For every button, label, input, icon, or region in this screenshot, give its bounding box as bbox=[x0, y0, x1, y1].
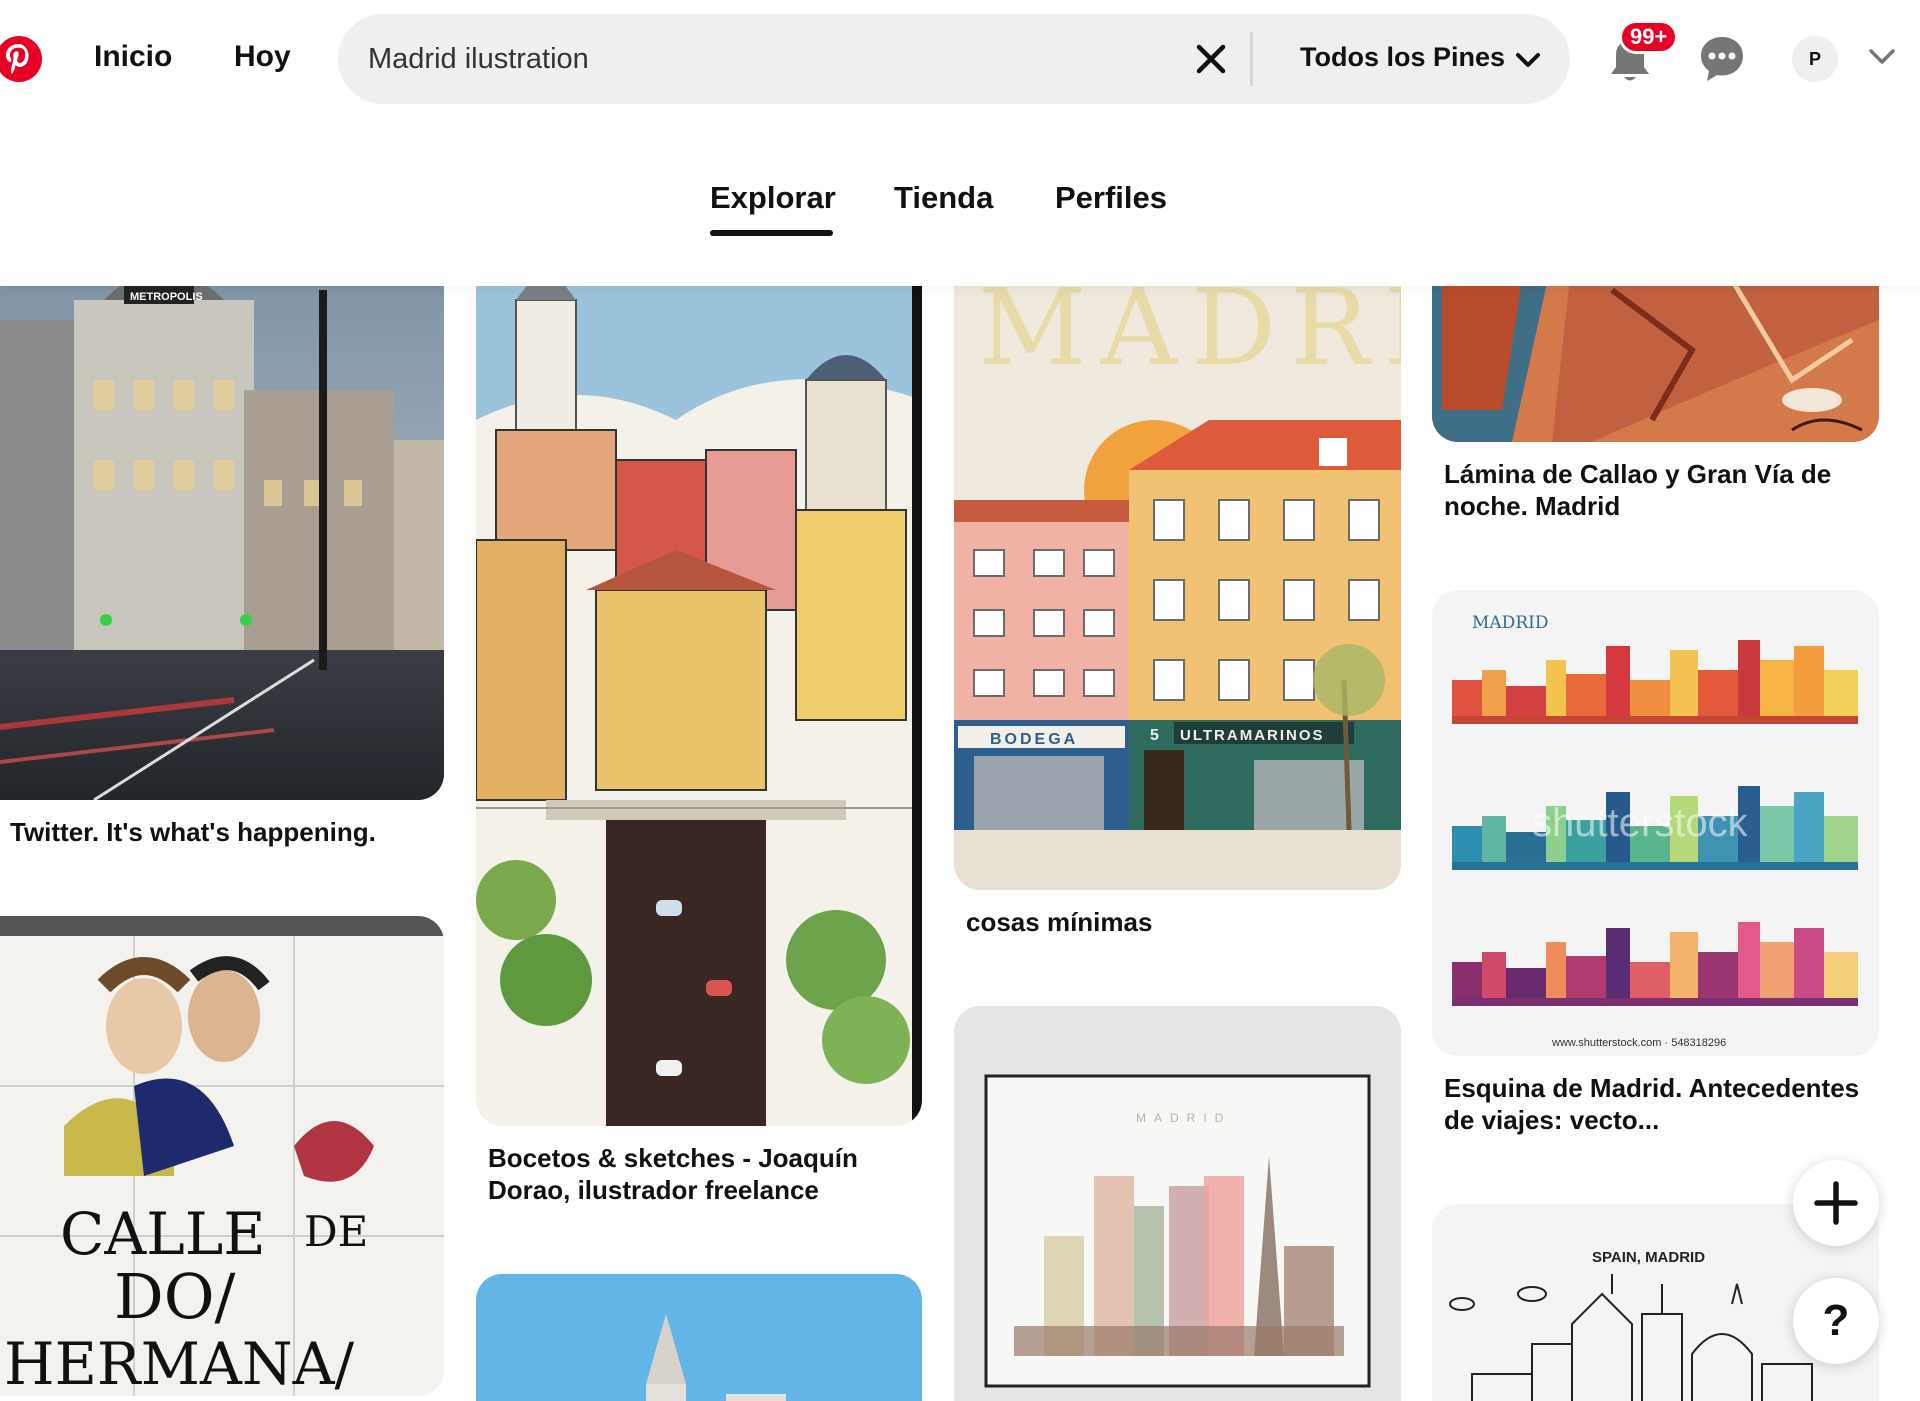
pin-image-gran-via[interactable] bbox=[1432, 260, 1879, 442]
search-bar: Todos los Pines bbox=[338, 14, 1570, 104]
pin-image-watercolor-sketch[interactable] bbox=[476, 260, 922, 1126]
sign-text-hermanas: HERMANA/ bbox=[4, 1330, 354, 1396]
search-tabs: Explorar Tienda Perfiles bbox=[0, 118, 1920, 286]
top-header: Inicio Hoy Todos los Pines 99+ P bbox=[0, 0, 1920, 118]
tab-shop[interactable]: Tienda bbox=[894, 180, 993, 216]
active-tab-indicator bbox=[710, 230, 833, 236]
pin-image-metropolis[interactable]: METROPOLIS bbox=[0, 260, 444, 800]
pin-title[interactable]: Lámina de Callao y Gran Vía de noche. Ma… bbox=[1444, 458, 1864, 522]
nav-home[interactable]: Inicio bbox=[94, 40, 172, 74]
plus-icon bbox=[1814, 1181, 1858, 1225]
skyline-footer: www.shutterstock.com · 548318296 bbox=[1551, 1037, 1726, 1049]
sign-text-de: DE bbox=[304, 1207, 368, 1256]
poster-shop-ultramarinos: ULTRAMARINOS bbox=[1180, 727, 1325, 744]
line-art-heading: SPAIN, MADRID bbox=[1592, 1249, 1705, 1266]
nav-today[interactable]: Hoy bbox=[234, 40, 291, 74]
tab-profiles[interactable]: Perfiles bbox=[1055, 180, 1167, 216]
tab-explore[interactable]: Explorar bbox=[710, 180, 836, 216]
print-heading: MADRID bbox=[1136, 1111, 1231, 1125]
pinterest-logo-icon[interactable] bbox=[0, 36, 42, 82]
pin-title[interactable]: Twitter. It's what's happening. bbox=[10, 816, 440, 848]
create-pin-button[interactable] bbox=[1793, 1160, 1879, 1246]
help-button[interactable]: ? bbox=[1793, 1278, 1879, 1364]
account-options-chevron-icon[interactable] bbox=[1868, 46, 1896, 66]
search-scope-dropdown[interactable]: Todos los Pines bbox=[1300, 42, 1505, 73]
chevron-down-icon[interactable] bbox=[1515, 50, 1541, 70]
pin-image-madrid-cathedral[interactable] bbox=[476, 1274, 922, 1401]
notifications-badge: 99+ bbox=[1619, 20, 1679, 54]
skyline-heading: MADRID bbox=[1472, 613, 1548, 633]
pin-title[interactable]: cosas mínimas bbox=[966, 906, 1386, 938]
search-divider bbox=[1250, 32, 1253, 86]
skyline-watermark: shutterstock bbox=[1532, 801, 1749, 845]
pin-image-calle-dos-hermanas[interactable]: CALLE DE DO/ HERMANA/ bbox=[0, 916, 444, 1396]
pin-title[interactable]: Esquina de Madrid. Antecedentes de viaje… bbox=[1444, 1072, 1864, 1136]
avatar[interactable]: P bbox=[1792, 36, 1838, 82]
metropolis-sign: METROPOLIS bbox=[130, 291, 203, 303]
pin-image-colorful-skylines[interactable]: MADRID shutterstock www.shutterstock.com… bbox=[1432, 590, 1879, 1056]
poster-shop-bodega: BODEGA bbox=[990, 731, 1078, 748]
search-input[interactable] bbox=[368, 36, 1188, 82]
pin-title[interactable]: Bocetos & sketches - Joaquín Dorao, ilus… bbox=[488, 1142, 908, 1206]
messages-icon[interactable] bbox=[1698, 34, 1746, 84]
clear-search-icon[interactable] bbox=[1190, 38, 1232, 80]
poster-shop-number: 5 bbox=[1150, 727, 1159, 744]
sign-text-calle: CALLE bbox=[60, 1200, 266, 1268]
sign-text-dos: DO/ bbox=[114, 1260, 236, 1333]
pin-image-madrid-poster[interactable]: MADRID BODEGA ULTRAMARINOS 5 bbox=[954, 260, 1401, 890]
pin-image-framed-skyline[interactable]: MADRID bbox=[954, 1006, 1401, 1401]
